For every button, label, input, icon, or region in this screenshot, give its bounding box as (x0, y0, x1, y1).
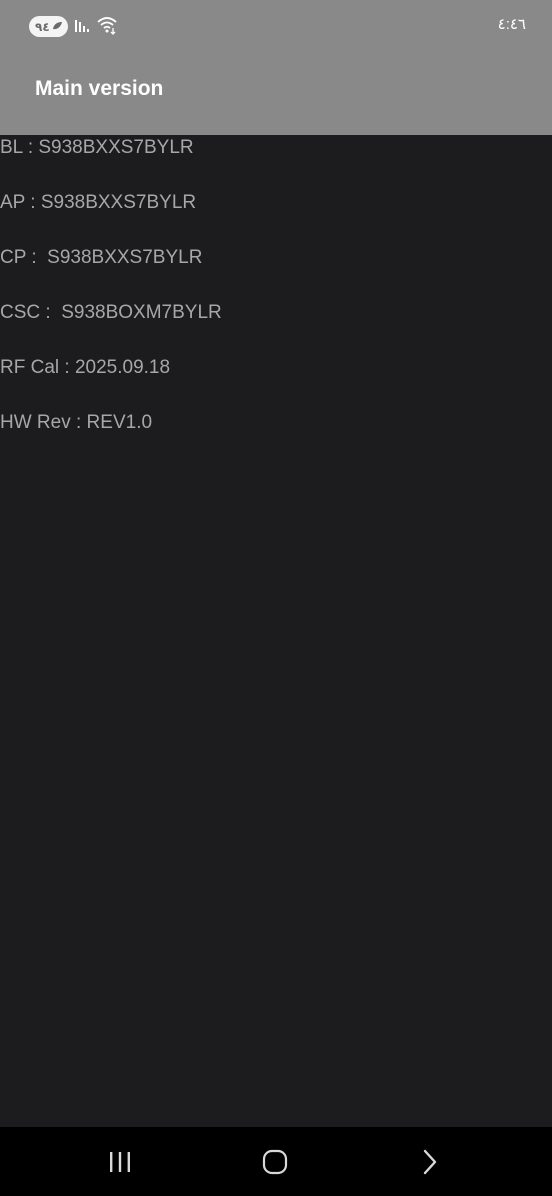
status-clock: ٤:٤٦ (497, 16, 526, 33)
screen: ٩٤ ٤:٤٦ Main version BL : S938BXXS7BYLR … (0, 0, 552, 1196)
wifi-icon (97, 17, 117, 35)
recent-apps-button[interactable] (80, 1127, 160, 1196)
app-header: ٩٤ ٤:٤٦ Main version (0, 0, 552, 135)
recent-apps-icon (110, 1151, 130, 1172)
hw-revision: HW Rev : REV1.0 (0, 412, 153, 433)
page-title: Main version (35, 77, 164, 100)
battery-level: ٩٤ (35, 19, 50, 34)
battery-indicator: ٩٤ (29, 16, 68, 37)
back-button[interactable] (390, 1127, 470, 1196)
signal-icon (75, 20, 89, 32)
cp-version: CP : S938BXXS7BYLR (0, 247, 203, 268)
home-button[interactable] (235, 1127, 315, 1196)
navigation-bar (0, 1127, 552, 1196)
home-icon (262, 1149, 288, 1174)
bl-version: BL : S938BXXS7BYLR (0, 137, 194, 158)
back-icon (423, 1149, 437, 1174)
rf-cal-date: RF Cal : 2025.09.18 (0, 357, 171, 378)
charging-icon (53, 22, 62, 30)
status-bar: ٩٤ ٤:٤٦ (0, 0, 552, 52)
ap-version: AP : S938BXXS7BYLR (0, 192, 197, 213)
csc-version: CSC : S938BOXM7BYLR (0, 302, 222, 323)
